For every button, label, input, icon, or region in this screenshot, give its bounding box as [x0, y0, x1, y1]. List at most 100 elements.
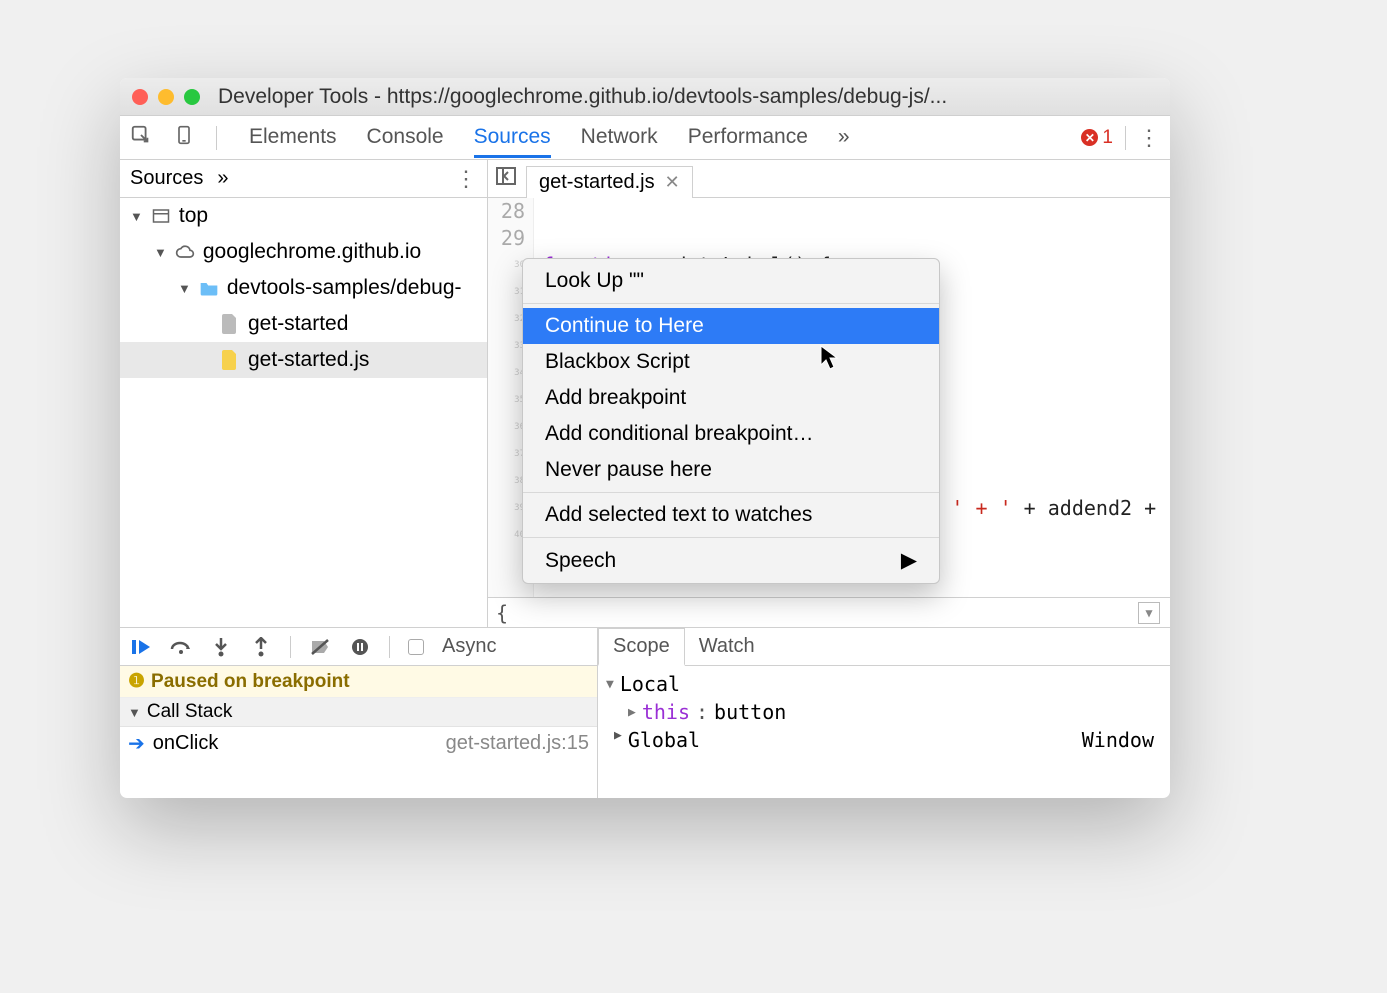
- tree-twisty-icon: ▶: [628, 705, 636, 720]
- paused-banner: ❶ Paused on breakpoint: [120, 666, 597, 698]
- tree-file-html-label: get-started: [248, 312, 348, 336]
- tab-sources[interactable]: Sources: [474, 125, 551, 158]
- titlebar: Developer Tools - https://googlechrome.g…: [120, 78, 1170, 116]
- resume-icon[interactable]: [130, 636, 152, 658]
- paused-text: Paused on breakpoint: [151, 671, 349, 693]
- sidebar-overflow[interactable]: »: [217, 167, 228, 190]
- tab-scope[interactable]: Scope: [598, 628, 685, 666]
- frame-icon: [151, 204, 171, 228]
- traffic-lights: [132, 89, 200, 105]
- kebab-menu-icon[interactable]: ⋮: [1138, 125, 1160, 151]
- tree-twisty-icon: ▼: [130, 209, 143, 224]
- tab-network[interactable]: Network: [581, 125, 658, 150]
- tree-twisty-icon: ▶: [614, 728, 622, 752]
- editor-tabs: get-started.js ✕: [488, 160, 1170, 198]
- cm-add-cond-breakpoint[interactable]: Add conditional breakpoint…: [523, 416, 939, 452]
- sidebar-kebab-icon[interactable]: ⋮: [455, 166, 477, 192]
- scope-this[interactable]: ▶ this: button: [606, 698, 1162, 726]
- minimize-dot[interactable]: [158, 89, 174, 105]
- line-num: 28: [488, 198, 525, 225]
- debug-toolbar: Async: [120, 628, 597, 666]
- separator: [389, 636, 390, 658]
- tree-file-js[interactable]: get-started.js: [120, 342, 487, 378]
- cm-lookup[interactable]: Look Up "": [523, 263, 939, 299]
- brace-bar: { ▼: [488, 597, 1170, 627]
- scope-local[interactable]: ▼ Local: [606, 670, 1162, 698]
- pause-exceptions-icon[interactable]: [349, 636, 371, 658]
- tree-twisty-icon: ▼: [606, 677, 614, 692]
- separator: [216, 126, 217, 150]
- file-icon: [220, 312, 240, 336]
- file-tab[interactable]: get-started.js ✕: [526, 166, 693, 198]
- tree-file-js-label: get-started.js: [248, 348, 369, 372]
- scope-tabs: Scope Watch: [598, 628, 1170, 666]
- info-icon: ❶: [128, 670, 145, 693]
- sidebar-head: Sources » ⋮: [120, 160, 487, 198]
- context-menu: Look Up "" Continue to Here Blackbox Scr…: [522, 258, 940, 584]
- cursor-icon: [820, 345, 840, 377]
- scope-global-val: Window: [1082, 728, 1154, 752]
- cm-add-breakpoint[interactable]: Add breakpoint: [523, 380, 939, 416]
- tree-domain[interactable]: ▼ googlechrome.github.io: [120, 234, 487, 270]
- scope-global-label: Global: [628, 728, 700, 752]
- cm-speech[interactable]: Speech▶: [523, 542, 939, 579]
- line-num: 29: [488, 225, 525, 252]
- brace-label: {: [496, 601, 508, 625]
- tab-watch[interactable]: Watch: [685, 629, 769, 664]
- zoom-dot[interactable]: [184, 89, 200, 105]
- cloud-icon: [175, 240, 195, 264]
- async-label: Async: [442, 635, 496, 658]
- tree-folder[interactable]: ▼ devtools-samples/debug-: [120, 270, 487, 306]
- separator: [290, 636, 291, 658]
- cm-continue-to-here[interactable]: Continue to Here: [523, 308, 939, 344]
- callstack-label: Call Stack: [147, 701, 233, 723]
- step-into-icon[interactable]: [210, 636, 232, 658]
- dropdown-icon[interactable]: ▼: [1138, 602, 1160, 624]
- tree-folder-label: devtools-samples/debug-: [227, 276, 462, 300]
- collapse-sidebar-icon[interactable]: [496, 167, 516, 191]
- tree-twisty-icon: ▼: [128, 705, 141, 720]
- scope-this-val: button: [714, 700, 786, 724]
- step-out-icon[interactable]: [250, 636, 272, 658]
- main-tabbar: Elements Console Sources Network Perform…: [120, 116, 1170, 160]
- sidebar-tab-sources[interactable]: Sources: [130, 167, 203, 190]
- scope-local-label: Local: [620, 672, 680, 696]
- cm-separator: [523, 492, 939, 493]
- window-title: Developer Tools - https://googlechrome.g…: [218, 85, 947, 109]
- frame-name: onClick: [153, 732, 219, 755]
- callstack-header[interactable]: ▼ Call Stack: [120, 698, 597, 727]
- stack-frame[interactable]: ➔ onClick get-started.js:15: [120, 727, 597, 760]
- inspect-icon[interactable]: [130, 124, 152, 152]
- error-count: 1: [1102, 127, 1113, 149]
- close-tab-icon[interactable]: ✕: [665, 172, 680, 193]
- debugger-left: Async ❶ Paused on breakpoint ▼ Call Stac…: [120, 628, 598, 798]
- submenu-icon: ▶: [901, 548, 917, 573]
- tab-overflow[interactable]: »: [838, 125, 850, 150]
- async-checkbox[interactable]: [408, 639, 424, 655]
- separator: [1125, 126, 1126, 150]
- tab-elements[interactable]: Elements: [249, 125, 337, 150]
- cm-separator: [523, 537, 939, 538]
- sources-sidebar: Sources » ⋮ ▼ top ▼ googlechrome.github.…: [120, 160, 488, 627]
- step-over-icon[interactable]: [170, 636, 192, 658]
- tree-file-html[interactable]: get-started: [120, 306, 487, 342]
- tree-top[interactable]: ▼ top: [120, 198, 487, 234]
- file-tree: ▼ top ▼ googlechrome.github.io ▼ devtool…: [120, 198, 487, 627]
- cm-never-pause[interactable]: Never pause here: [523, 452, 939, 488]
- cm-add-watches[interactable]: Add selected text to watches: [523, 497, 939, 533]
- tab-performance[interactable]: Performance: [688, 125, 808, 150]
- error-indicator[interactable]: ✕ 1: [1081, 127, 1113, 149]
- cm-blackbox[interactable]: Blackbox Script: [523, 344, 939, 380]
- device-icon[interactable]: [174, 124, 194, 152]
- scope-global[interactable]: ▶ Global Window: [606, 726, 1162, 754]
- tree-twisty-icon: ▼: [154, 245, 167, 260]
- debugger-right: Scope Watch ▼ Local ▶ this: button ▶ Glo…: [598, 628, 1170, 798]
- file-tab-label: get-started.js: [539, 171, 655, 194]
- current-frame-icon: ➔: [128, 731, 145, 756]
- tree-top-label: top: [179, 204, 208, 228]
- deactivate-breakpoints-icon[interactable]: [309, 636, 331, 658]
- frame-location: get-started.js:15: [446, 732, 589, 755]
- tab-console[interactable]: Console: [367, 125, 444, 150]
- tree-twisty-icon: ▼: [178, 281, 191, 296]
- close-dot[interactable]: [132, 89, 148, 105]
